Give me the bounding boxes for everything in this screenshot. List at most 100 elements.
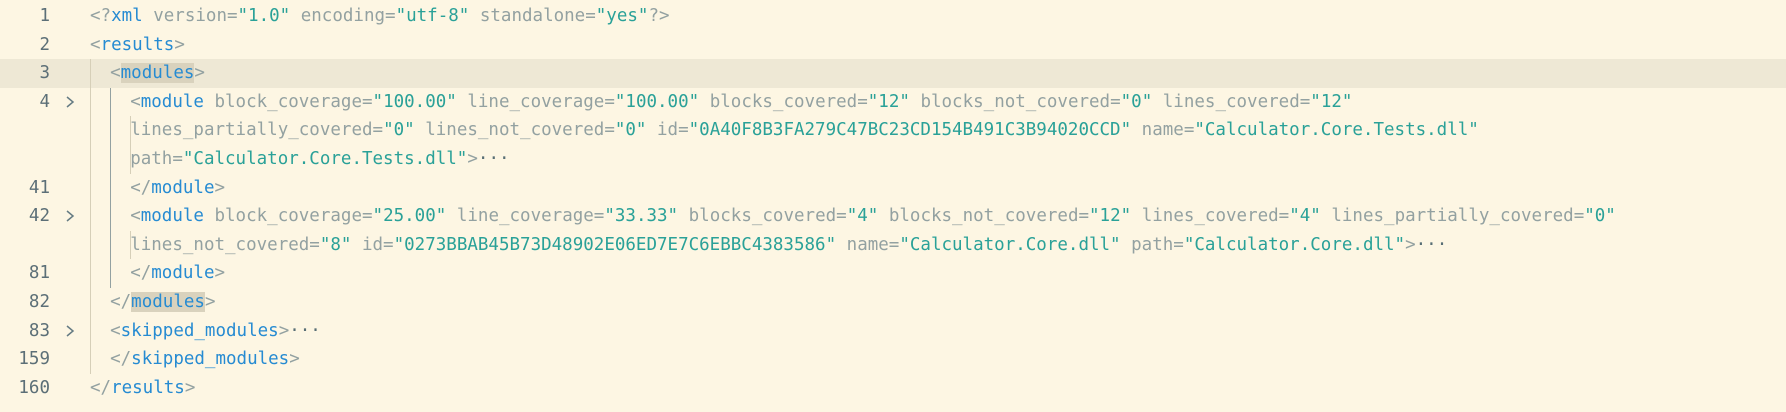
- indent-guide: [90, 259, 91, 288]
- chevron-right-icon[interactable]: [60, 317, 80, 346]
- code-content: path="Calculator.Core.Tests.dll">···: [130, 145, 509, 174]
- code-content: </module>: [130, 174, 225, 203]
- token: module: [151, 177, 215, 198]
- code-editor[interactable]: 1 <?xml version="1.0" encoding="utf-8" st…: [0, 0, 1786, 412]
- token: modules: [120, 63, 195, 84]
- indent-guide: [110, 87, 112, 117]
- token: >: [214, 263, 226, 284]
- chevron-right-icon[interactable]: [60, 202, 80, 231]
- code-line[interactable]: 159 </skipped_modules>: [0, 345, 1786, 374]
- token: >: [278, 320, 290, 341]
- token: </: [130, 263, 152, 284]
- token: xml: [111, 6, 143, 26]
- code-line[interactable]: 41 </module>: [0, 173, 1786, 203]
- token: </: [110, 291, 132, 312]
- token: lines_partially_covered=: [1320, 206, 1585, 227]
- code-line[interactable]: 81 </module>: [0, 259, 1786, 288]
- token: "12": [1089, 206, 1132, 227]
- indent-guide: [90, 202, 91, 231]
- token: lines_not_covered=: [130, 234, 320, 255]
- token: <: [90, 34, 101, 55]
- indent-guide: [110, 259, 112, 288]
- folded-ellipsis[interactable]: ···: [478, 149, 510, 169]
- token: name=: [836, 234, 900, 255]
- indent-guide: [90, 59, 91, 88]
- token: blocks_not_covered=: [909, 91, 1121, 112]
- code-content: </module>: [130, 259, 225, 288]
- code-line[interactable]: 42 <module block_coverage="25.00" line_co…: [0, 202, 1786, 231]
- token: ?>: [648, 6, 670, 26]
- code-content: <?xml version="1.0" encoding="utf-8" sta…: [90, 2, 670, 31]
- chevron-right-icon[interactable]: [60, 88, 80, 117]
- code-line[interactable]: 1 <?xml version="1.0" encoding="utf-8" st…: [0, 2, 1786, 31]
- token: "0": [383, 120, 415, 141]
- token: "4": [846, 206, 879, 227]
- token: id=: [351, 234, 394, 255]
- code-content: lines_not_covered="8" id="0273BBAB45B73D…: [130, 231, 1447, 260]
- code-line[interactable]: 82 </modules>: [0, 287, 1786, 317]
- code-line[interactable]: lines_not_covered="8" id="0273BBAB45B73D…: [0, 230, 1786, 260]
- token: version=: [142, 6, 238, 26]
- token: lines_partially_covered=: [130, 120, 384, 141]
- code-line[interactable]: 160 </results>: [0, 374, 1786, 403]
- token: standalone=: [469, 6, 596, 26]
- token: >: [174, 34, 185, 55]
- code-content: </modules>: [110, 288, 215, 317]
- code-content: <skipped_modules>···: [110, 317, 321, 346]
- line-number: 83: [28, 320, 50, 341]
- token: "Calculator.Core.dll": [1183, 234, 1406, 255]
- code-content: </skipped_modules>: [110, 345, 300, 374]
- token: "Calculator.Core.dll": [899, 234, 1121, 255]
- token: module: [151, 263, 215, 284]
- line-number: 160: [18, 377, 50, 398]
- token: blocks_covered=: [699, 91, 868, 112]
- token: lines_not_covered=: [414, 120, 615, 141]
- token: </: [110, 349, 132, 370]
- token: "8": [319, 234, 352, 255]
- code-line[interactable]: 3 <modules>: [0, 59, 1786, 88]
- line-number: 42: [28, 206, 50, 227]
- token: line_coverage=: [446, 206, 605, 227]
- token: </: [130, 177, 152, 198]
- token: modules: [131, 291, 205, 312]
- token: "12": [1310, 91, 1353, 112]
- code-line[interactable]: 4 <module block_coverage="100.00" line_co…: [0, 87, 1786, 117]
- token: >: [1405, 234, 1416, 255]
- token: "12": [867, 91, 910, 112]
- token: module: [140, 91, 204, 112]
- code-line[interactable]: lines_partially_covered="0" lines_not_co…: [0, 116, 1786, 145]
- code-line[interactable]: 2 <results>: [0, 31, 1786, 60]
- token: lines_covered=: [1131, 206, 1290, 227]
- indent-guide: [110, 173, 112, 203]
- token: >: [194, 63, 205, 84]
- indent-guide: [90, 287, 91, 317]
- code-content: lines_partially_covered="0" lines_not_co…: [130, 116, 1479, 145]
- token: line_coverage=: [456, 91, 615, 112]
- indent-guide: [90, 316, 91, 346]
- token: "0A40F8B3FA279C47BC23CD154B491C3B94020CC…: [688, 120, 1132, 141]
- token: >: [204, 291, 216, 312]
- token: "0": [614, 120, 647, 141]
- token: "0": [1584, 206, 1616, 227]
- token: </: [90, 377, 112, 398]
- code-content: <results>: [90, 31, 185, 60]
- token: <: [110, 320, 121, 341]
- indent-guide: [90, 173, 91, 203]
- folded-ellipsis[interactable]: ···: [1416, 235, 1448, 255]
- token: "25.00": [372, 206, 447, 227]
- indent-guide: [110, 230, 112, 260]
- token: <: [130, 91, 141, 112]
- indent-guide: [110, 144, 112, 174]
- folded-ellipsis[interactable]: ···: [289, 321, 321, 341]
- code-content: <module block_coverage="25.00" line_cove…: [130, 202, 1616, 231]
- token: skipped_modules: [131, 349, 290, 370]
- line-number: 3: [39, 63, 50, 84]
- token: >: [214, 177, 226, 198]
- code-content: <modules>: [110, 59, 205, 88]
- token: "33.33": [604, 206, 679, 227]
- line-number: 159: [18, 349, 50, 370]
- token: results: [111, 377, 185, 398]
- code-line[interactable]: path="Calculator.Core.Tests.dll">···: [0, 144, 1786, 174]
- token: "100.00": [372, 91, 457, 112]
- code-line[interactable]: 83 <skipped_modules>···: [0, 316, 1786, 346]
